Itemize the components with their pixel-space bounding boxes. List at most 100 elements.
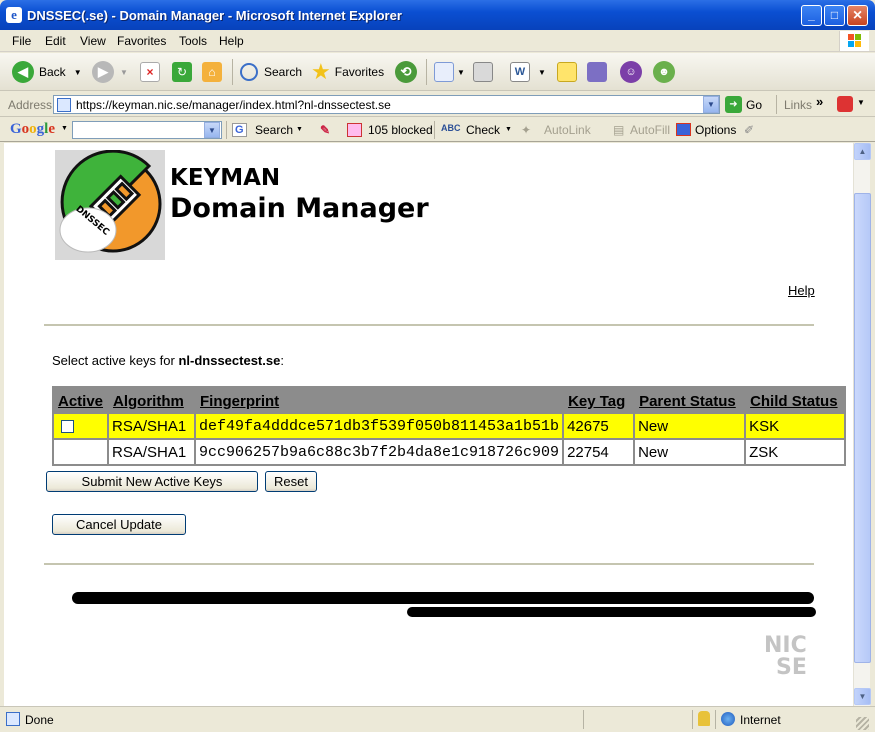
menu-help[interactable]: Help [219,34,244,48]
menu-file[interactable]: File [12,34,31,48]
print-button[interactable] [473,60,493,84]
highlight-pen-icon[interactable]: ✐ [744,123,754,137]
instruction-prefix: Select active keys for [52,353,179,368]
research-button[interactable] [587,60,607,84]
home-button[interactable]: ⌂ [202,60,222,84]
header-fingerprint[interactable]: Fingerprint [193,386,565,414]
scroll-up-arrow-icon[interactable]: ▲ [854,143,871,160]
security-zone: Internet [740,713,781,727]
search-button[interactable]: Search [240,60,302,84]
discuss-button[interactable] [557,60,577,84]
reset-button[interactable]: Reset [265,471,317,492]
chevron-right-icon[interactable]: » [816,94,823,109]
status-text: Done [25,713,54,727]
menu-favorites[interactable]: Favorites [117,34,166,48]
check-button[interactable]: Check [466,123,500,137]
autolink-button[interactable]: AutoLink [544,123,591,137]
autofill-button[interactable]: AutoFill [630,123,670,137]
refresh-button[interactable]: ↻ [172,60,192,84]
popups-blocked-label[interactable]: 105 blocked [368,123,433,137]
chevron-down-icon[interactable]: ▼ [505,126,512,133]
minimize-button[interactable]: _ [801,5,822,26]
home-icon: ⌂ [202,62,222,82]
active-cell [52,438,109,466]
msn-messenger-button[interactable]: ☻ [653,60,675,84]
nic-se-logo: NIC SE [764,635,807,679]
vertical-scrollbar[interactable]: ▲ ▼ [853,143,871,706]
favorites-button[interactable]: ★ Favorites [311,60,384,84]
edit-word-button[interactable]: W ▼ [510,60,546,84]
help-link[interactable]: Help [788,283,815,298]
header-parent-status[interactable]: Parent Status [633,386,747,414]
standard-toolbar: ◀ Back ▼ ▶ ▼ × ↻ ⌂ Search ★ Favorites ⟲ … [0,53,875,91]
scroll-thumb[interactable] [854,193,871,663]
internet-globe-icon [721,712,735,726]
messenger-people-icon: ☻ [653,61,675,83]
dnssec-logo: DNSSEC [55,149,165,260]
chevron-down-icon[interactable]: ▼ [61,125,68,132]
favorites-label: Favorites [334,65,385,79]
domain-name: nl-dnssectest.se [178,353,281,368]
links-label[interactable]: Links [784,98,812,112]
menu-tools[interactable]: Tools [179,34,207,48]
header-algorithm[interactable]: Algorithm [107,386,196,414]
google-logo[interactable]: Google [10,121,55,138]
chevron-down-icon[interactable]: ▼ [857,98,865,107]
fingerprint-cell: def49fa4dddce571db3f539f050b811453a1b51b [193,412,565,440]
forward-button[interactable]: ▶ ▼ [92,60,128,84]
back-button[interactable]: ◀ Back ▼ [12,60,82,84]
child-status-cell: KSK [744,412,847,440]
dnssec-logo-graphic [59,149,162,253]
header-child-status[interactable]: Child Status [744,386,847,414]
divider [44,563,814,565]
options-button[interactable]: Options [695,123,736,137]
spellcheck-icon: ABC [441,123,461,133]
scroll-down-arrow-icon[interactable]: ▼ [854,688,871,705]
title-bar: e DNSSEC(.se) - Domain Manager - Microso… [0,0,875,30]
header-key-tag[interactable]: Key Tag [562,386,636,414]
address-input[interactable]: https://keyman.nic.se/manager/index.html… [53,95,720,114]
table-row: RSA/SHA1 9cc906257b9a6c88c3b7f2b4da8e1c9… [52,438,847,466]
go-arrow-icon: ➜ [725,96,742,113]
maximize-button[interactable]: □ [824,5,845,26]
chevron-down-icon: ▼ [120,67,128,77]
history-button[interactable]: ⟲ [395,60,417,84]
address-bar: Address https://keyman.nic.se/manager/in… [0,92,875,117]
page-icon [57,98,71,112]
address-dropdown-arrow-icon[interactable]: ▼ [703,96,719,113]
address-label: Address [8,98,53,112]
back-label: Back [39,65,66,79]
word-icon: W [510,62,530,82]
addon-icon[interactable] [837,96,853,112]
menu-edit[interactable]: Edit [45,34,66,48]
chevron-down-icon[interactable]: ▼ [296,126,303,133]
nic-logo-top: NIC [764,633,807,658]
google-search-dropdown-icon[interactable]: ▼ [204,122,220,138]
menu-view[interactable]: View [80,34,106,48]
ie-icon: e [6,7,22,23]
submit-active-keys-button[interactable]: Submit New Active Keys [46,471,258,492]
research-icon [587,62,607,82]
keys-table: Active Algorithm Fingerprint Key Tag Par… [52,386,847,466]
instruction-text: Select active keys for nl-dnssectest.se: [52,353,284,368]
go-button[interactable]: ➜ Go [725,96,762,113]
mail-button[interactable]: ▼ [434,60,465,84]
chevron-down-icon: ▼ [538,67,546,77]
google-search-input[interactable] [72,121,222,139]
chevron-down-icon: ▼ [73,67,82,77]
stop-button[interactable]: × [140,60,160,84]
parent-status-cell: New [633,412,747,440]
history-icon: ⟲ [395,61,417,83]
yahoo-messenger-button[interactable]: ☺ [620,60,642,84]
status-bar: Done Internet [0,706,875,732]
resize-grip[interactable] [856,717,869,730]
google-search-button[interactable]: Search [255,123,293,137]
pagerank-icon[interactable]: ✎ [320,123,330,137]
header-active[interactable]: Active [52,386,109,414]
close-button[interactable]: × [847,5,868,26]
windows-flag-icon [839,31,869,51]
cancel-update-button[interactable]: Cancel Update [52,514,186,535]
active-cell [52,412,109,440]
app-name: KEYMAN [170,165,281,191]
active-checkbox[interactable] [61,420,74,434]
